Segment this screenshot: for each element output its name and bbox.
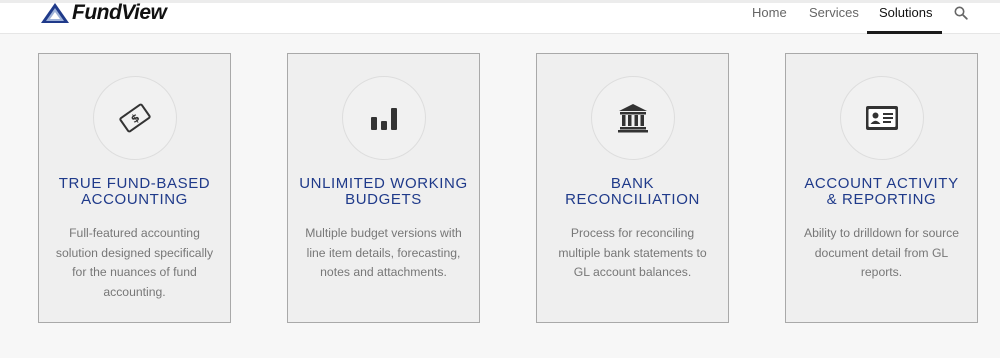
feature-card-working-budgets: UNLIMITED WORKING BUDGETS Multiple budge… xyxy=(287,53,480,323)
icon-circle xyxy=(590,76,675,160)
id-card-icon xyxy=(865,106,898,130)
search-icon[interactable] xyxy=(954,6,968,20)
card-description-line: notes and attachments. xyxy=(320,265,447,279)
card-title-line: & REPORTING xyxy=(826,191,937,208)
icon-circle xyxy=(341,76,426,160)
card-description: Multiple budget versions with line item … xyxy=(300,224,467,283)
card-title-line: BUDGETS xyxy=(345,191,422,208)
card-description-line: document detail from GL xyxy=(814,245,949,260)
nav-item-services[interactable]: Services xyxy=(809,5,859,20)
card-description: Process for reconciling multiple bank st… xyxy=(549,224,716,283)
money-bill-icon: $ xyxy=(118,103,151,133)
card-description-line: accounting. xyxy=(103,284,166,299)
card-title: ACCOUNT ACTIVITY & REPORTING xyxy=(786,176,977,208)
card-description-line: Multiple budget versions with xyxy=(305,226,462,240)
card-title: TRUE FUND-BASED ACCOUNTING xyxy=(39,176,230,208)
card-title: UNLIMITED WORKING BUDGETS xyxy=(288,176,479,208)
card-title: BANK RECONCILIATION xyxy=(537,176,728,208)
card-title-line: UNLIMITED WORKING xyxy=(299,175,468,192)
nav-active-indicator xyxy=(867,31,942,34)
card-description-line: Ability to drilldown for source xyxy=(803,226,960,240)
icon-circle: $ xyxy=(92,76,177,160)
nav-item-home[interactable]: Home xyxy=(752,5,787,20)
logo-mark-icon xyxy=(41,3,69,23)
card-description-line: solution designed specifically xyxy=(55,245,214,260)
nav-item-solutions[interactable]: Solutions xyxy=(879,5,932,20)
card-title-line: BANK xyxy=(610,175,655,192)
icon-circle xyxy=(839,76,924,160)
card-description-line: Process for reconciling xyxy=(570,226,695,240)
card-title-line: RECONCILIATION xyxy=(565,191,700,208)
card-description-line: GL account balances. xyxy=(573,265,692,279)
card-description-line: reports. xyxy=(860,265,903,279)
site-header: FundView Home Services Solutions xyxy=(0,0,1000,34)
card-description-line: multiple bank statements to xyxy=(558,245,707,260)
card-title-line: ACCOUNT ACTIVITY xyxy=(804,175,959,192)
feature-card-account-reporting: ACCOUNT ACTIVITY & REPORTING Ability to … xyxy=(785,53,978,323)
card-description-line: for the nuances of fund xyxy=(72,265,197,279)
bar-chart-icon xyxy=(370,108,397,130)
brand-logo[interactable]: FundView xyxy=(40,1,167,25)
card-description-line: Full-featured accounting xyxy=(69,226,200,240)
card-title-line: TRUE FUND-BASED xyxy=(58,175,211,192)
feature-card-fund-accounting: $ TRUE FUND-BASED ACCOUNTING Full-featur… xyxy=(38,53,231,323)
card-description: Ability to drilldown for source document… xyxy=(798,224,965,283)
card-title-line: ACCOUNTING xyxy=(81,191,188,208)
card-description: Full-featured accounting solution design… xyxy=(51,224,218,302)
card-description-line: line item details, forecasting, xyxy=(306,245,461,260)
brand-name: FundView xyxy=(72,1,167,24)
bank-icon xyxy=(617,104,648,133)
feature-card-bank-reconciliation: BANK RECONCILIATION Process for reconcil… xyxy=(536,53,729,323)
